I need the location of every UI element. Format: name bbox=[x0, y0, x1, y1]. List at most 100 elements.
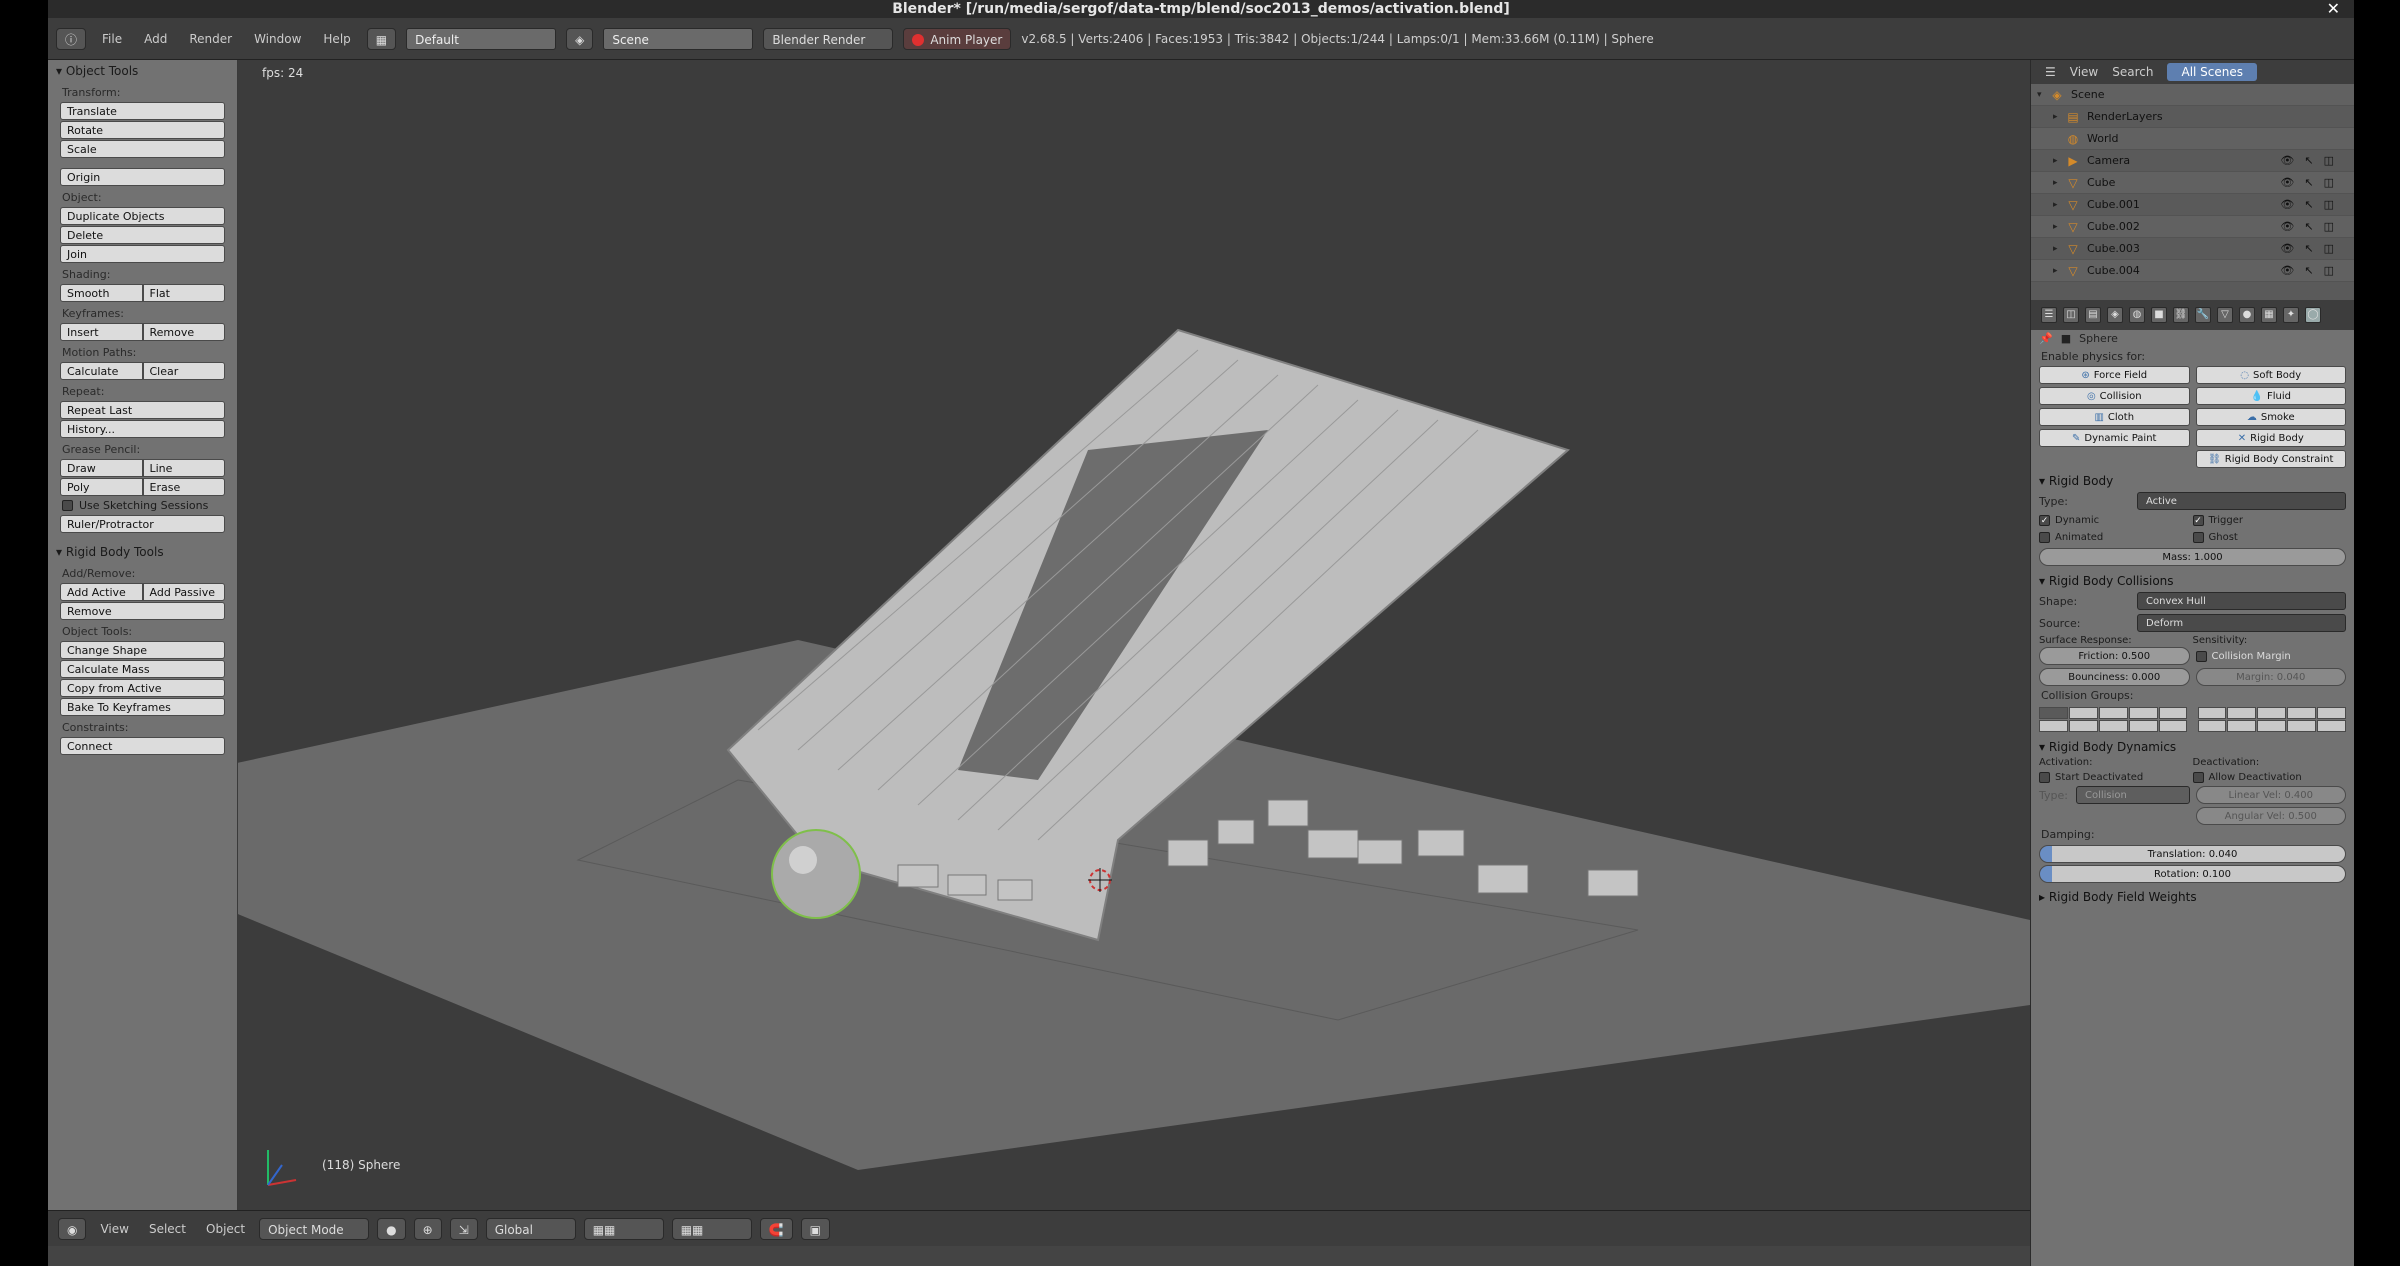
outliner-row[interactable]: ▸ ▽ Cube.003 👁 ↖ ◫ bbox=[2031, 238, 2354, 260]
editor-type-icon[interactable]: ⓘ bbox=[56, 27, 87, 50]
shape-select[interactable]: Convex Hull bbox=[2137, 592, 2346, 610]
expand-icon[interactable]: ▸ bbox=[2053, 266, 2065, 276]
bake-to-keyframes-button[interactable]: Bake To Keyframes bbox=[60, 698, 225, 716]
render-camera-icon[interactable]: ◫ bbox=[2324, 242, 2334, 255]
outliner-row[interactable]: ▸ ▤ RenderLayers bbox=[2031, 106, 2354, 128]
dynamics-panel-header[interactable]: ▾ Rigid Body Dynamics bbox=[2031, 734, 2354, 756]
collision-group-cell[interactable] bbox=[2197, 720, 2227, 732]
menu-file[interactable]: File bbox=[96, 32, 128, 46]
view3d-editor-icon[interactable]: ◉ bbox=[58, 1217, 87, 1240]
outliner-row[interactable]: ▸ ▶ Camera 👁 ↖ ◫ bbox=[2031, 150, 2354, 172]
insert-keyframe-button[interactable]: Insert bbox=[60, 323, 143, 341]
collision-group-cell[interactable] bbox=[2098, 720, 2128, 732]
menu-window[interactable]: Window bbox=[248, 32, 307, 46]
copy-from-active-button[interactable]: Copy from Active bbox=[60, 679, 225, 697]
visibility-icon[interactable]: 👁 bbox=[2280, 176, 2294, 189]
expand-icon[interactable]: ▸ bbox=[2053, 200, 2065, 210]
rigid-body-constraint-button[interactable]: ⛓ Rigid Body Constraint bbox=[2195, 450, 2346, 468]
collision-group-cell[interactable] bbox=[2287, 720, 2317, 732]
outliner-row[interactable]: ▸ ▽ Cube.002 👁 ↖ ◫ bbox=[2031, 216, 2354, 238]
snap-icon[interactable]: 🧲 bbox=[759, 1217, 793, 1240]
outliner-row[interactable]: ▸ ▽ Cube.001 👁 ↖ ◫ bbox=[2031, 194, 2354, 216]
flat-button[interactable]: Flat bbox=[142, 284, 225, 302]
collision-group-cell[interactable] bbox=[2128, 720, 2158, 732]
clear-button[interactable]: Clear bbox=[142, 362, 225, 380]
tab-render-layers-icon[interactable]: ▤ bbox=[2085, 307, 2101, 323]
collisions-panel-header[interactable]: ▾ Rigid Body Collisions bbox=[2031, 568, 2354, 590]
select-arrow-icon[interactable]: ↖ bbox=[2304, 154, 2313, 167]
activation-type-select[interactable]: Collision bbox=[2075, 786, 2190, 804]
smoke-button[interactable]: ☁ Smoke bbox=[2195, 408, 2346, 426]
ghost-checkbox[interactable]: Ghost bbox=[2192, 530, 2347, 545]
screen-layout-field[interactable]: Default bbox=[406, 27, 557, 50]
field-weights-panel-header[interactable]: ▸ Rigid Body Field Weights bbox=[2031, 884, 2354, 906]
tab-object-icon[interactable]: ■ bbox=[2151, 307, 2167, 323]
outliner-row[interactable]: ▾ ◈ Scene bbox=[2031, 84, 2354, 106]
layers-grid-2-icon[interactable]: ▦▦ bbox=[671, 1217, 752, 1240]
collision-group-cell[interactable] bbox=[2317, 720, 2346, 732]
soft-body-button[interactable]: ◌ Soft Body bbox=[2195, 366, 2346, 384]
margin-field[interactable]: Margin: 0.040 bbox=[2195, 668, 2346, 686]
select-arrow-icon[interactable]: ↖ bbox=[2304, 176, 2313, 189]
screen-layout-icon[interactable]: ▦ bbox=[366, 27, 397, 50]
render-engine-select[interactable]: Blender Render bbox=[763, 27, 894, 50]
linear-vel-field[interactable]: Linear Vel: 0.400 bbox=[2195, 786, 2346, 804]
collision-group-cell[interactable] bbox=[2158, 720, 2188, 732]
tab-modifiers-icon[interactable]: 🔧 bbox=[2195, 307, 2211, 323]
collision-button[interactable]: ◎ Collision bbox=[2039, 387, 2190, 405]
force-field-button[interactable]: ⊛ Force Field bbox=[2039, 366, 2190, 384]
expand-icon[interactable]: ▸ bbox=[2053, 244, 2065, 254]
calculate-button[interactable]: Calculate bbox=[60, 362, 143, 380]
cloth-button[interactable]: ▥ Cloth bbox=[2039, 408, 2190, 426]
collision-group-cell[interactable] bbox=[2257, 707, 2287, 719]
outliner-row[interactable]: ▸ ▽ Cube 👁 ↖ ◫ bbox=[2031, 172, 2354, 194]
trigger-checkbox[interactable]: Trigger bbox=[2192, 513, 2347, 528]
erase-button[interactable]: Erase bbox=[142, 478, 225, 496]
menu-select[interactable]: Select bbox=[143, 1222, 192, 1236]
collision-margin-checkbox[interactable]: Collision Margin bbox=[2195, 647, 2347, 665]
expand-icon[interactable]: ▸ bbox=[2053, 112, 2065, 122]
close-icon[interactable]: ✕ bbox=[2327, 0, 2340, 18]
outliner-editor-icon[interactable]: ☰ bbox=[2045, 65, 2056, 79]
collision-group-cell[interactable] bbox=[2128, 707, 2158, 719]
dynamic-paint-button[interactable]: ✎ Dynamic Paint bbox=[2039, 429, 2190, 447]
tab-material-icon[interactable]: ● bbox=[2239, 307, 2255, 323]
visibility-icon[interactable]: 👁 bbox=[2280, 220, 2294, 233]
tab-particles-icon[interactable]: ✦ bbox=[2283, 307, 2299, 323]
join-button[interactable]: Join bbox=[60, 245, 225, 263]
source-select[interactable]: Deform bbox=[2137, 614, 2346, 632]
collision-group-cell[interactable] bbox=[2039, 707, 2068, 719]
collision-group-cell[interactable] bbox=[2098, 707, 2128, 719]
expand-icon[interactable]: ▾ bbox=[2037, 90, 2049, 100]
scale-button[interactable]: Scale bbox=[60, 140, 225, 158]
visibility-icon[interactable]: 👁 bbox=[2280, 242, 2294, 255]
rb-type-select[interactable]: Active bbox=[2137, 492, 2346, 510]
collision-group-cell[interactable] bbox=[2287, 707, 2317, 719]
outliner-tab-view[interactable]: View bbox=[2070, 65, 2098, 79]
collision-group-cell[interactable] bbox=[2039, 720, 2068, 732]
start-deactivated-checkbox[interactable]: Start Deactivated bbox=[2039, 770, 2193, 785]
collision-group-cell[interactable] bbox=[2317, 707, 2346, 719]
expand-icon[interactable]: ▸ bbox=[2053, 222, 2065, 232]
dynamic-checkbox[interactable]: Dynamic bbox=[2039, 513, 2193, 528]
change-shape-button[interactable]: Change Shape bbox=[60, 641, 225, 659]
angular-vel-field[interactable]: Angular Vel: 0.500 bbox=[2195, 807, 2346, 825]
properties-editor-icon[interactable]: ☰ bbox=[2041, 307, 2057, 323]
line-button[interactable]: Line bbox=[142, 459, 225, 477]
render-camera-icon[interactable]: ◫ bbox=[2324, 264, 2334, 277]
render-camera-icon[interactable]: ◫ bbox=[2324, 154, 2334, 167]
tab-texture-icon[interactable]: ▦ bbox=[2261, 307, 2277, 323]
repeat-last-button[interactable]: Repeat Last bbox=[60, 401, 225, 419]
timeline-strip[interactable] bbox=[48, 1246, 2030, 1266]
bounciness-field[interactable]: Bounciness: 0.000 bbox=[2039, 668, 2190, 686]
expand-icon[interactable]: ▸ bbox=[2053, 178, 2065, 188]
menu-object[interactable]: Object bbox=[200, 1222, 251, 1236]
pin-icon[interactable]: 📌 bbox=[2039, 332, 2053, 345]
render-camera-icon[interactable]: ◫ bbox=[2324, 220, 2334, 233]
rigid-body-button[interactable]: ✕ Rigid Body bbox=[2195, 429, 2346, 447]
rotate-button[interactable]: Rotate bbox=[60, 121, 225, 139]
poly-button[interactable]: Poly bbox=[60, 478, 143, 496]
origin-button[interactable]: Origin bbox=[60, 168, 225, 186]
3d-viewport[interactable]: fps: 24 (118) Sphere bbox=[238, 60, 2030, 1210]
menu-render[interactable]: Render bbox=[183, 32, 238, 46]
